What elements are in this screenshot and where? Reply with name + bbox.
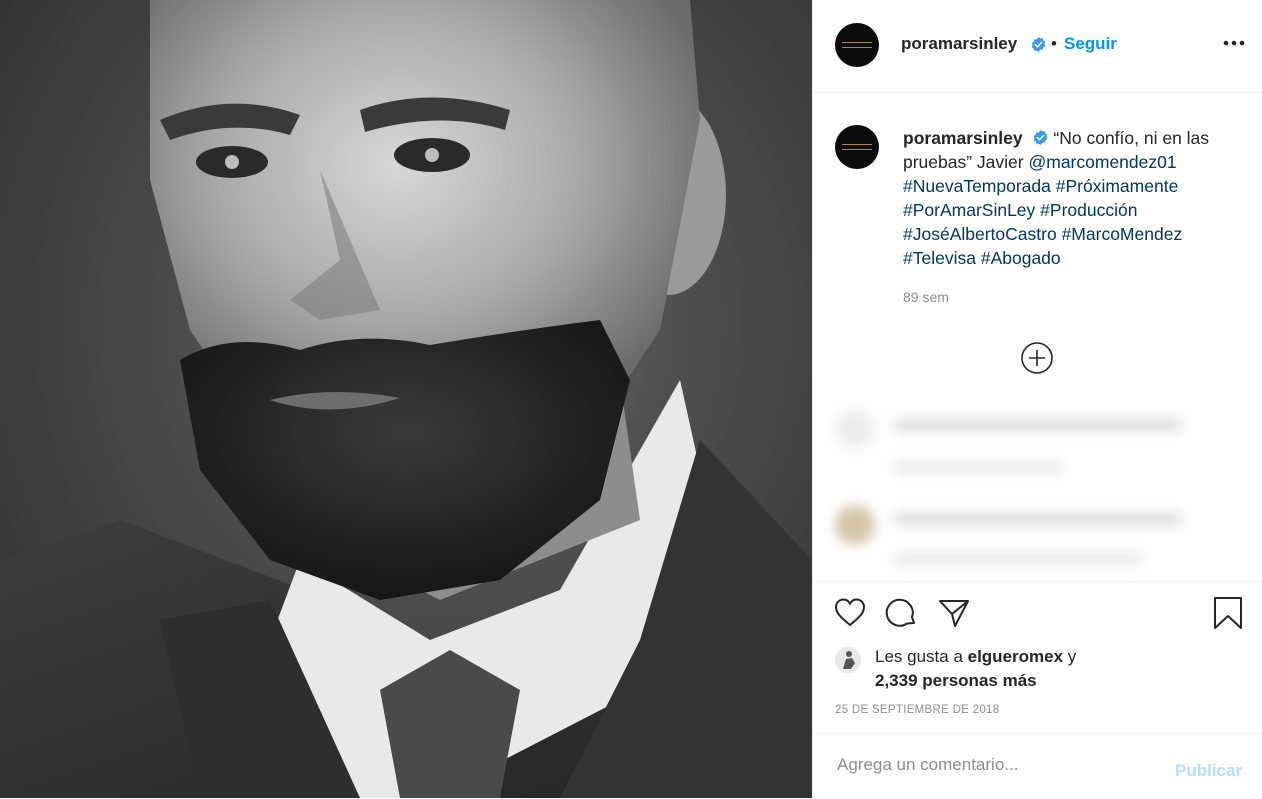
comment-icon[interactable] xyxy=(885,596,919,630)
publish-button[interactable]: Publicar xyxy=(1175,761,1242,781)
hashtag[interactable]: #Próximamente xyxy=(1056,176,1179,196)
caption-mention[interactable]: @marcomendez01 xyxy=(1028,152,1176,172)
caption-text: poramarsinley “No confío, ni en las prue… xyxy=(903,126,1243,270)
caption-section: poramarsinley “No confío, ni en las prue… xyxy=(813,93,1262,393)
blurred-avatar xyxy=(835,505,875,545)
share-icon[interactable] xyxy=(937,596,971,630)
bookmark-icon[interactable] xyxy=(1211,596,1245,630)
post-header: poramarsinley • Seguir xyxy=(813,0,1262,93)
action-bar xyxy=(813,582,1262,642)
header-separator: • xyxy=(1051,34,1057,53)
blurred-line xyxy=(893,513,1183,525)
load-comments-icon[interactable] xyxy=(1020,341,1054,375)
liker-avatar-image xyxy=(843,651,855,669)
post-photo[interactable] xyxy=(0,0,812,798)
post-time-ago[interactable]: 89 sem xyxy=(903,289,949,305)
likes-prefix: Les gusta a xyxy=(875,647,968,666)
verified-badge-icon xyxy=(1031,37,1046,52)
logo-mark xyxy=(842,144,872,150)
more-options-icon[interactable] xyxy=(1221,33,1247,53)
post-side-panel: poramarsinley • Seguir poramarsinley “No… xyxy=(812,0,1262,798)
blurred-comments xyxy=(823,393,1243,581)
liker-avatar[interactable] xyxy=(835,647,861,673)
blurred-line xyxy=(893,553,1143,565)
verified-badge-icon xyxy=(1033,130,1047,145)
hashtag[interactable]: #Producción xyxy=(1040,200,1137,220)
likes-line-1: Les gusta a elgueromex y xyxy=(875,645,1076,669)
heart-icon[interactable] xyxy=(833,596,867,630)
follow-button[interactable]: Seguir xyxy=(1064,34,1117,54)
profile-avatar[interactable] xyxy=(835,23,879,67)
caption-avatar[interactable] xyxy=(835,125,879,169)
liker-username[interactable]: elgueromex xyxy=(968,647,1063,666)
hashtag[interactable]: #PorAmarSinLey xyxy=(903,200,1035,220)
comment-input[interactable] xyxy=(835,754,1159,776)
caption-username[interactable]: poramarsinley xyxy=(903,128,1023,148)
blurred-line xyxy=(893,419,1183,431)
instagram-post: poramarsinley • Seguir poramarsinley “No… xyxy=(0,0,1262,798)
header-username[interactable]: poramarsinley xyxy=(901,34,1017,54)
hashtag[interactable]: #Abogado xyxy=(981,248,1061,268)
likes-count[interactable]: 2,339 personas más xyxy=(875,669,1037,693)
comment-bar: Publicar xyxy=(813,733,1262,799)
blurred-line xyxy=(893,461,1063,473)
hashtag[interactable]: #MarcoMendez xyxy=(1062,224,1183,244)
hashtag[interactable]: #JoséAlbertoCastro xyxy=(903,224,1057,244)
hashtag[interactable]: #NuevaTemporada xyxy=(903,176,1051,196)
blurred-avatar xyxy=(835,409,875,449)
likes-conjunction: y xyxy=(1063,647,1077,666)
portrait-illustration xyxy=(0,0,812,798)
logo-mark xyxy=(842,42,872,48)
hashtag[interactable]: #Televisa xyxy=(903,248,976,268)
post-date[interactable]: 25 DE SEPTIEMBRE DE 2018 xyxy=(835,704,999,716)
